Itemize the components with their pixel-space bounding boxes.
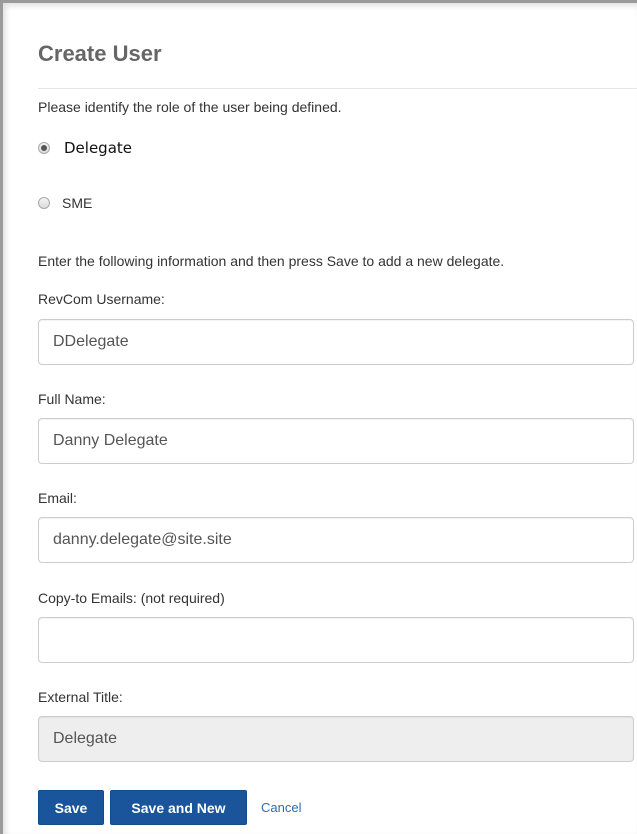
form-instructions: Enter the following information and then… [38, 253, 505, 269]
role-option-sme[interactable]: SME [38, 195, 92, 211]
sme-radio[interactable] [38, 197, 50, 209]
email-label: Email: [38, 490, 77, 506]
save-and-new-button[interactable]: Save and New [110, 790, 247, 825]
username-input[interactable] [38, 319, 634, 365]
delegate-radio-label[interactable]: Delegate [64, 139, 132, 157]
page-title: Create User [38, 41, 162, 66]
cancel-link[interactable]: Cancel [261, 800, 301, 815]
sme-radio-label[interactable]: SME [62, 195, 92, 211]
external-title-input [38, 716, 634, 762]
title-divider [38, 88, 637, 89]
full-name-input[interactable] [38, 418, 634, 464]
delegate-radio[interactable] [38, 142, 50, 154]
save-button[interactable]: Save [38, 790, 104, 825]
username-label: RevCom Username: [38, 291, 165, 307]
role-prompt: Please identify the role of the user bei… [38, 99, 342, 115]
copy-to-emails-label: Copy-to Emails: (not required) [38, 590, 225, 606]
email-input[interactable] [38, 517, 634, 563]
full-name-label: Full Name: [38, 391, 106, 407]
copy-to-emails-input[interactable] [38, 617, 634, 663]
role-option-delegate[interactable]: Delegate [38, 139, 132, 157]
create-user-panel: Create User Please identify the role of … [0, 0, 637, 834]
external-title-label: External Title: [38, 689, 123, 705]
